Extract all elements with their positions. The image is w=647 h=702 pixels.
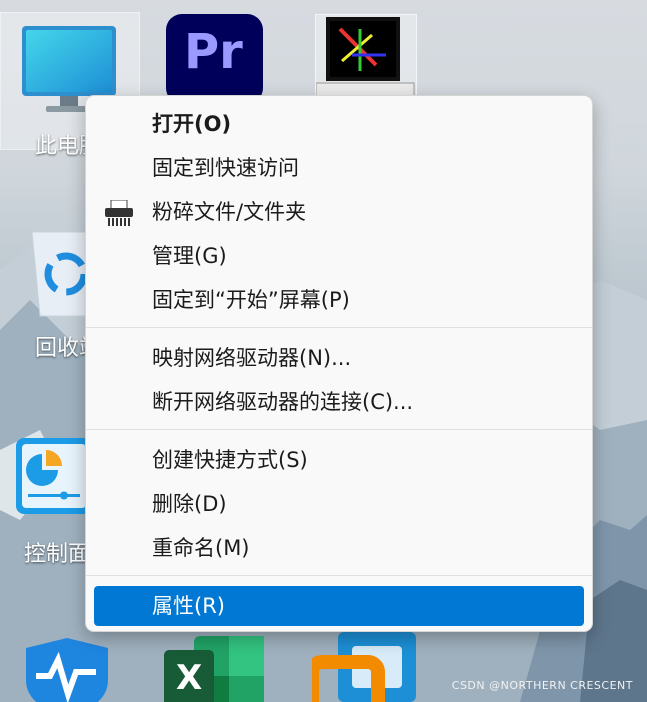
wise-care-icon [26, 638, 108, 702]
control-panel-icon [16, 438, 92, 514]
menu-item-delete[interactable]: 删除(D) [94, 484, 584, 524]
menu-item-pin-quick-access[interactable]: 固定到快速访问 [94, 148, 584, 188]
vmware-icon [312, 632, 416, 702]
menu-separator [86, 575, 592, 576]
watermark: CSDN @NORTHERN CRESCENT [451, 679, 633, 692]
menu-item-create-shortcut[interactable]: 创建快捷方式(S) [94, 440, 584, 480]
desktop-icon-wise-care[interactable] [22, 636, 112, 702]
retro-computer-icon [315, 17, 415, 104]
menu-item-properties[interactable]: 属性(R) [94, 586, 584, 626]
desktop-icon-vmware[interactable] [312, 632, 416, 702]
desktop-icon-excel[interactable]: X [164, 636, 264, 702]
excel-icon: X [176, 658, 203, 698]
context-menu: 打开(O) 固定到快速访问 粉碎文件/文件夹 管理(G) 固定到“开始”屏幕(P… [85, 95, 593, 632]
desktop-icon-retro-computer[interactable] [315, 14, 417, 106]
menu-item-manage[interactable]: 管理(G) [94, 236, 584, 276]
menu-separator [86, 429, 592, 430]
menu-item-shred[interactable]: 粉碎文件/文件夹 [94, 192, 584, 232]
menu-item-map-drive[interactable]: 映射网络驱动器(N)... [94, 338, 584, 378]
menu-item-rename[interactable]: 重命名(M) [94, 528, 584, 568]
shredder-icon [105, 200, 133, 226]
menu-separator [86, 327, 592, 328]
menu-item-open[interactable]: 打开(O) [94, 104, 584, 144]
menu-item-disconnect-drive[interactable]: 断开网络驱动器的连接(C)... [94, 382, 584, 422]
menu-item-pin-start[interactable]: 固定到“开始”屏幕(P) [94, 280, 584, 320]
desktop-icon-premiere[interactable]: Pr [166, 14, 263, 104]
premiere-pro-icon: Pr [184, 24, 243, 80]
